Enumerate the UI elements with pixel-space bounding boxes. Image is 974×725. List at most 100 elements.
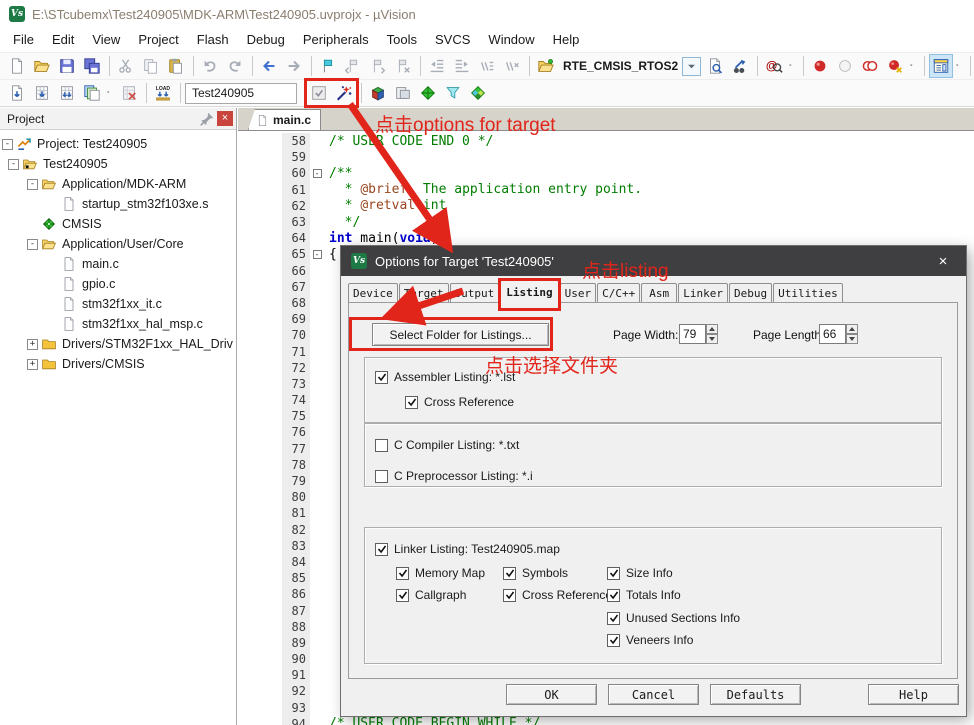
- page-length-input[interactable]: 66: [819, 324, 846, 344]
- tree-item[interactable]: -Application/User/Core: [0, 234, 236, 254]
- caret-icon[interactable]: [105, 81, 116, 105]
- close-panel-icon[interactable]: ×: [217, 111, 233, 126]
- window-layout-icon[interactable]: [929, 54, 953, 78]
- tree-expander[interactable]: -: [8, 159, 19, 170]
- menu-flash[interactable]: Flash: [188, 29, 238, 50]
- fold-margin[interactable]: -: [310, 165, 324, 181]
- save-icon[interactable]: [55, 54, 79, 78]
- bookmark-next-icon[interactable]: [366, 54, 390, 78]
- breakpoint-toggle-icon[interactable]: [808, 54, 832, 78]
- dialog-tab-asm[interactable]: Asm: [641, 283, 677, 303]
- bookmark-icon[interactable]: [316, 54, 340, 78]
- options-for-target-wand-icon[interactable]: [332, 81, 356, 105]
- menu-project[interactable]: Project: [129, 29, 187, 50]
- dialog-tab-listing[interactable]: Listing: [500, 280, 558, 303]
- checkbox-checked[interactable]: [375, 543, 388, 556]
- lookup-icon[interactable]: [728, 54, 752, 78]
- tree-item[interactable]: stm32f1xx_hal_msp.c: [0, 314, 236, 334]
- translate-icon[interactable]: [5, 81, 29, 105]
- checkbox-checked[interactable]: [503, 589, 516, 602]
- fold-margin[interactable]: -: [310, 246, 324, 262]
- linker-checkbox[interactable]: Callgraph: [396, 588, 466, 602]
- tree-expander[interactable]: -: [2, 139, 13, 150]
- redo-icon[interactable]: [223, 54, 247, 78]
- tree-item[interactable]: CMSIS: [0, 214, 236, 234]
- compiler-checkbox[interactable]: C Compiler Listing: *.txt: [375, 438, 519, 452]
- checkbox-checked[interactable]: [396, 589, 409, 602]
- batch-build-icon[interactable]: [80, 81, 104, 105]
- fold-minus-icon[interactable]: -: [313, 250, 322, 259]
- close-icon[interactable]: ×: [930, 249, 956, 273]
- menu-help[interactable]: Help: [544, 29, 589, 50]
- menu-peripherals[interactable]: Peripherals: [294, 29, 378, 50]
- checkbox-checked[interactable]: [607, 589, 620, 602]
- checkbox-unchecked[interactable]: [375, 470, 388, 483]
- checkbox-unchecked[interactable]: [375, 439, 388, 452]
- select-folder-for-listings-button[interactable]: Select Folder for Listings...: [372, 323, 549, 346]
- compiler-checkbox[interactable]: C Preprocessor Listing: *.i: [375, 469, 533, 483]
- tree-expander[interactable]: -: [27, 179, 38, 190]
- dialog-tab-linker[interactable]: Linker: [678, 283, 728, 303]
- menu-window[interactable]: Window: [479, 29, 543, 50]
- rebuild-icon[interactable]: [55, 81, 79, 105]
- menu-edit[interactable]: Edit: [43, 29, 83, 50]
- assembler-checkbox[interactable]: Assembler Listing: *.lst: [375, 370, 515, 384]
- new-file-icon[interactable]: [5, 54, 29, 78]
- uncomment-icon[interactable]: [500, 54, 524, 78]
- dialog-tab-cc[interactable]: C/C++: [597, 283, 640, 303]
- pin-icon[interactable]: [199, 111, 215, 126]
- breakpoint-kill-icon[interactable]: [883, 54, 907, 78]
- menu-view[interactable]: View: [83, 29, 129, 50]
- checkbox-checked[interactable]: [607, 567, 620, 580]
- comment-icon[interactable]: [475, 54, 499, 78]
- manage-rte-icon[interactable]: [366, 81, 390, 105]
- checkbox-checked[interactable]: [607, 612, 620, 625]
- dialog-tab-debug[interactable]: Debug: [729, 283, 772, 303]
- checkbox-checked[interactable]: [503, 567, 516, 580]
- checkbox-checked[interactable]: [396, 567, 409, 580]
- linker-checkbox[interactable]: Size Info: [607, 566, 673, 580]
- nav-back-icon[interactable]: [257, 54, 281, 78]
- tree-item[interactable]: -Project: Test240905: [0, 134, 236, 154]
- funnel-icon[interactable]: [441, 81, 465, 105]
- diamond-green-icon[interactable]: [416, 81, 440, 105]
- copy-icon[interactable]: [139, 54, 163, 78]
- menu-svcs[interactable]: SVCS: [426, 29, 479, 50]
- load-icon[interactable]: LOAD: [151, 81, 175, 105]
- ok-button[interactable]: OK: [506, 684, 597, 705]
- open-folder-icon[interactable]: [30, 54, 54, 78]
- target-options-check-icon[interactable]: [307, 81, 331, 105]
- checkbox-checked[interactable]: [607, 634, 620, 647]
- help-button[interactable]: Help: [868, 684, 959, 705]
- tree-item[interactable]: gpio.c: [0, 274, 236, 294]
- assembler-checkbox[interactable]: Cross Reference: [405, 395, 514, 409]
- dialog-tab-device[interactable]: Device: [348, 283, 398, 303]
- tree-item[interactable]: -Application/MDK-ARM: [0, 174, 236, 194]
- linker-checkbox[interactable]: Cross Reference: [503, 588, 612, 602]
- defaults-button[interactable]: Defaults: [710, 684, 801, 705]
- tree-item[interactable]: +Drivers/CMSIS: [0, 354, 236, 374]
- target-selector-combobox[interactable]: Test240905: [185, 83, 297, 104]
- rte-folder-icon[interactable]: [534, 54, 558, 78]
- tab-main-c[interactable]: main.c: [248, 109, 321, 130]
- breakpoint-enable-icon[interactable]: [833, 54, 857, 78]
- dialog-tab-output[interactable]: Output: [450, 283, 500, 303]
- tree-item[interactable]: +Drivers/STM32F1xx_HAL_Driv: [0, 334, 236, 354]
- at-search-icon[interactable]: @: [762, 54, 786, 78]
- bookmark-clear-icon[interactable]: [391, 54, 415, 78]
- breakpoint-disable-icon[interactable]: [858, 54, 882, 78]
- tree-expander[interactable]: +: [27, 359, 38, 370]
- cancel-button[interactable]: Cancel: [608, 684, 699, 705]
- pages-icon[interactable]: [391, 81, 415, 105]
- save-all-icon[interactable]: [80, 54, 104, 78]
- linker-checkbox[interactable]: Veneers Info: [607, 633, 693, 647]
- linker-checkbox[interactable]: Linker Listing: Test240905.map: [375, 542, 560, 556]
- dialog-tab-utilities[interactable]: Utilities: [773, 283, 843, 303]
- checkbox-checked[interactable]: [405, 396, 418, 409]
- build-icon[interactable]: [30, 81, 54, 105]
- tree-expander[interactable]: +: [27, 339, 38, 350]
- menu-debug[interactable]: Debug: [238, 29, 294, 50]
- page-length-spinner[interactable]: [846, 324, 858, 344]
- bookmark-prev-icon[interactable]: [341, 54, 365, 78]
- page-width-spinner[interactable]: [706, 324, 718, 344]
